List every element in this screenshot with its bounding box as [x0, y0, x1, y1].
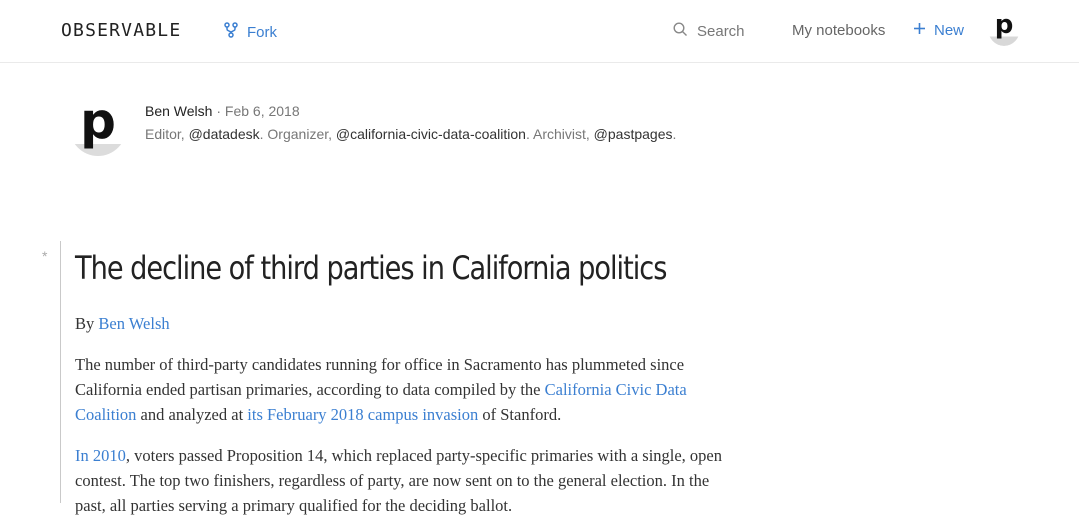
bio-handle-datadesk[interactable]: @datadesk [189, 126, 260, 142]
my-notebooks-link[interactable]: My notebooks [792, 22, 885, 39]
article-cell: The decline of third parties in Californ… [75, 246, 725, 518]
author-separator: · [212, 103, 225, 119]
new-label: New [934, 22, 965, 39]
author-name[interactable]: Ben Welsh [145, 103, 212, 119]
bio-text: . Archivist, [525, 126, 594, 142]
paragraph-2: In 2010, voters passed Proposition 14, w… [75, 443, 725, 518]
plus-icon [913, 22, 926, 39]
search-button[interactable]: Search [673, 22, 745, 41]
bio-text: . Organizer, [259, 126, 336, 142]
search-label: Search [697, 23, 745, 40]
author-avatar[interactable]: p [69, 96, 127, 156]
bio-text: Editor, [145, 126, 189, 142]
cell-pinned-marker[interactable]: * [42, 248, 47, 264]
fork-icon [224, 22, 238, 42]
fork-button[interactable]: Fork [224, 22, 277, 42]
new-notebook-button[interactable]: New [913, 22, 964, 39]
user-avatar-letter: p [994, 12, 1014, 40]
paragraph-text: of Stanford. [478, 405, 562, 424]
paragraph-text: and analyzed at [136, 405, 248, 424]
search-icon [673, 22, 688, 41]
paragraph-1: The number of third-party candidates run… [75, 352, 725, 427]
cell-left-border [60, 241, 61, 503]
paragraph-text: , voters passed Proposition 14, which re… [75, 446, 723, 515]
in-2010-link[interactable]: In 2010 [75, 446, 126, 465]
top-navigation-bar: OBSERVABLE Fork Search My notebooks New … [0, 0, 1079, 63]
fork-label: Fork [247, 23, 277, 41]
bio-handle-california-civic-data-coalition[interactable]: @california-civic-data-coalition [336, 126, 526, 142]
byline-author-link[interactable]: Ben Welsh [98, 314, 169, 333]
byline: By Ben Welsh [75, 311, 725, 336]
byline-prefix: By [75, 314, 99, 333]
user-avatar[interactable]: p [988, 12, 1020, 46]
bio-text: . [672, 126, 677, 142]
bio-handle-pastpages[interactable]: @pastpages [594, 126, 673, 142]
author-avatar-letter: p [80, 96, 116, 150]
article-title: The decline of third parties in Californ… [75, 249, 667, 287]
observable-logo[interactable]: OBSERVABLE [61, 20, 181, 41]
campus-invasion-link[interactable]: its February 2018 campus invasion [247, 405, 478, 424]
author-line: Ben Welsh · Feb 6, 2018 [145, 103, 300, 119]
author-bio: Editor, @datadesk. Organizer, @californi… [145, 126, 676, 142]
publish-date: Feb 6, 2018 [224, 103, 300, 119]
